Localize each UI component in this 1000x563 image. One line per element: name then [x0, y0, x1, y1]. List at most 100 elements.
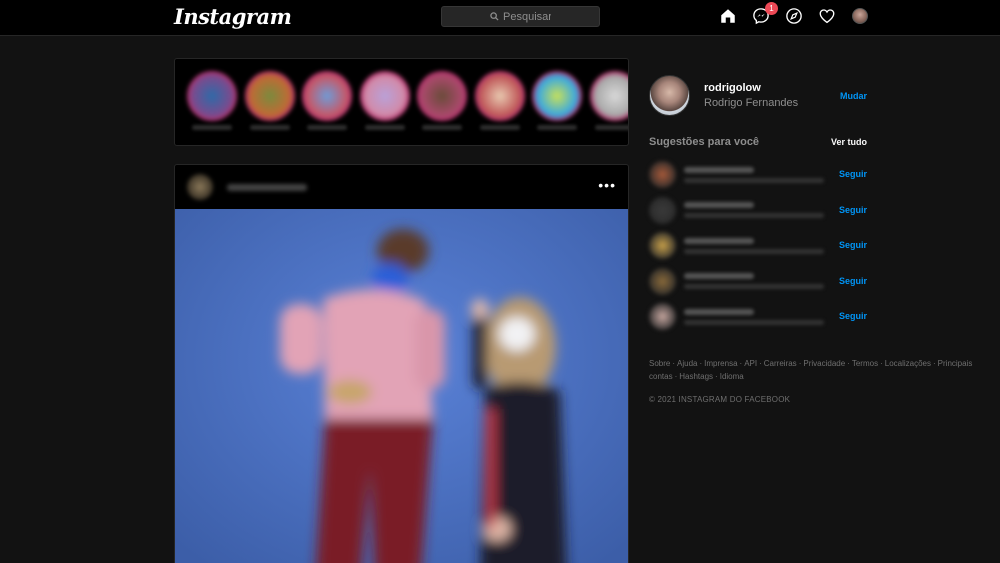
- post-header: •••: [175, 165, 628, 209]
- story-item[interactable]: [532, 71, 584, 130]
- footer-link[interactable]: Privacidade: [803, 359, 845, 368]
- messages-badge: 1: [765, 2, 778, 15]
- footer-link[interactable]: Localizações: [885, 359, 931, 368]
- suggestion-username[interactable]: [684, 237, 754, 244]
- footer-links: Sobre · Ajuda · Imprensa · API · Carreiras · Priva…: [649, 357, 972, 383]
- story-item[interactable]: [187, 71, 239, 130]
- footer-separator: ·: [847, 358, 850, 368]
- suggestion-avatar[interactable]: [649, 303, 676, 331]
- follow-button[interactable]: Seguir: [839, 169, 867, 179]
- suggestion-text: [684, 202, 824, 219]
- suggestion-item: Seguir: [649, 299, 867, 335]
- story-username: [537, 125, 577, 130]
- explore-compass-icon[interactable]: [784, 6, 804, 26]
- follow-button[interactable]: Seguir: [839, 240, 867, 250]
- suggestion-username[interactable]: [684, 308, 754, 315]
- suggestion-text: [684, 308, 824, 325]
- suggestion-reason: [684, 248, 824, 254]
- story-username: [307, 125, 347, 130]
- story-item[interactable]: [417, 71, 469, 130]
- top-navbar: Instagram 1: [0, 0, 1000, 36]
- switch-account-button[interactable]: Mudar: [840, 91, 867, 101]
- story-avatar: [589, 71, 628, 121]
- post-author-username[interactable]: [227, 183, 307, 191]
- feed-post: •••: [174, 164, 629, 563]
- search-input[interactable]: [503, 10, 551, 23]
- profile-avatar-button[interactable]: [850, 6, 870, 26]
- story-username: [364, 125, 405, 130]
- footer-separator: ·: [759, 358, 762, 368]
- see-all-link[interactable]: Ver tudo: [831, 137, 867, 147]
- footer-link[interactable]: Carreiras: [764, 359, 797, 368]
- suggestion-reason: [684, 213, 824, 219]
- follow-button[interactable]: Seguir: [839, 276, 867, 286]
- story-avatar: [417, 71, 467, 121]
- suggestion-item: Seguir: [649, 228, 867, 264]
- follow-button[interactable]: Seguir: [839, 311, 867, 321]
- search-box[interactable]: [441, 6, 600, 27]
- current-user-avatar[interactable]: [649, 74, 690, 116]
- stories-tray: [174, 58, 629, 146]
- current-user-card: rodrigolow Rodrigo Fernandes Mudar: [649, 74, 867, 116]
- story-item[interactable]: [244, 71, 297, 130]
- footer-separator: ·: [933, 358, 936, 368]
- footer-link[interactable]: Ajuda: [677, 359, 697, 368]
- home-icon[interactable]: [718, 6, 738, 26]
- story-username: [249, 125, 290, 130]
- story-username: [192, 125, 232, 130]
- heart-icon[interactable]: [817, 6, 837, 26]
- story-item[interactable]: [474, 71, 527, 130]
- post-image[interactable]: [175, 209, 628, 563]
- post-author-avatar[interactable]: [187, 174, 213, 200]
- footer-separator: ·: [880, 358, 883, 368]
- suggestion-text: [684, 273, 824, 290]
- copyright-text: © 2021 INSTAGRAM DO FACEBOOK: [649, 394, 791, 404]
- suggestion-username[interactable]: [684, 202, 754, 209]
- suggestion-item: Seguir: [649, 157, 867, 193]
- story-avatar: [302, 71, 352, 121]
- nav-icons: 1: [718, 2, 870, 26]
- right-sidebar: rodrigolow Rodrigo Fernandes Mudar Suges…: [649, 74, 972, 404]
- footer-link[interactable]: Sobre: [649, 359, 670, 368]
- suggestions-title: Sugestões para você: [649, 136, 760, 148]
- suggestions-header: Sugestões para você Ver tudo: [649, 134, 867, 150]
- story-item[interactable]: [589, 71, 628, 130]
- suggestion-avatar[interactable]: [649, 196, 676, 224]
- footer-link[interactable]: Imprensa: [704, 359, 737, 368]
- footer-link[interactable]: Idioma: [720, 372, 744, 381]
- story-item[interactable]: [302, 71, 354, 130]
- suggestion-text: [684, 166, 824, 183]
- suggestion-avatar[interactable]: [649, 232, 676, 260]
- suggestion-item: Seguir: [649, 193, 867, 229]
- suggestion-reason: [684, 319, 824, 325]
- messenger-icon[interactable]: 1: [751, 2, 778, 26]
- current-user-username[interactable]: rodrigolow: [704, 82, 798, 94]
- suggestion-avatar[interactable]: [649, 267, 676, 295]
- suggestion-username[interactable]: [684, 166, 754, 173]
- suggestion-text: [684, 237, 824, 254]
- footer-separator: ·: [715, 371, 718, 381]
- follow-button[interactable]: Seguir: [839, 205, 867, 215]
- story-avatar: [187, 71, 237, 121]
- suggestion-reason: [684, 177, 824, 183]
- suggestion-reason: [684, 284, 824, 290]
- more-options-icon[interactable]: •••: [598, 177, 616, 193]
- suggestion-item: Seguir: [649, 264, 867, 300]
- story-username: [422, 125, 462, 130]
- footer-link[interactable]: API: [744, 359, 757, 368]
- post-photo-illustration: [175, 209, 628, 563]
- footer-link[interactable]: Hashtags: [679, 372, 713, 381]
- instagram-logo[interactable]: Instagram: [174, 4, 292, 29]
- suggestion-avatar[interactable]: [649, 161, 676, 189]
- suggestions-list: Seguir Seguir Seguir Seguir Seguir: [649, 157, 867, 335]
- search-icon: [490, 8, 499, 26]
- story-avatar: [474, 71, 525, 121]
- story-avatar: [532, 71, 582, 121]
- suggestion-username[interactable]: [684, 273, 754, 280]
- footer-link[interactable]: Termos: [852, 359, 878, 368]
- story-username: [479, 125, 520, 130]
- avatar: [852, 8, 868, 24]
- story-item[interactable]: [359, 71, 412, 130]
- story-avatar: [244, 71, 295, 121]
- story-avatar: [359, 71, 410, 121]
